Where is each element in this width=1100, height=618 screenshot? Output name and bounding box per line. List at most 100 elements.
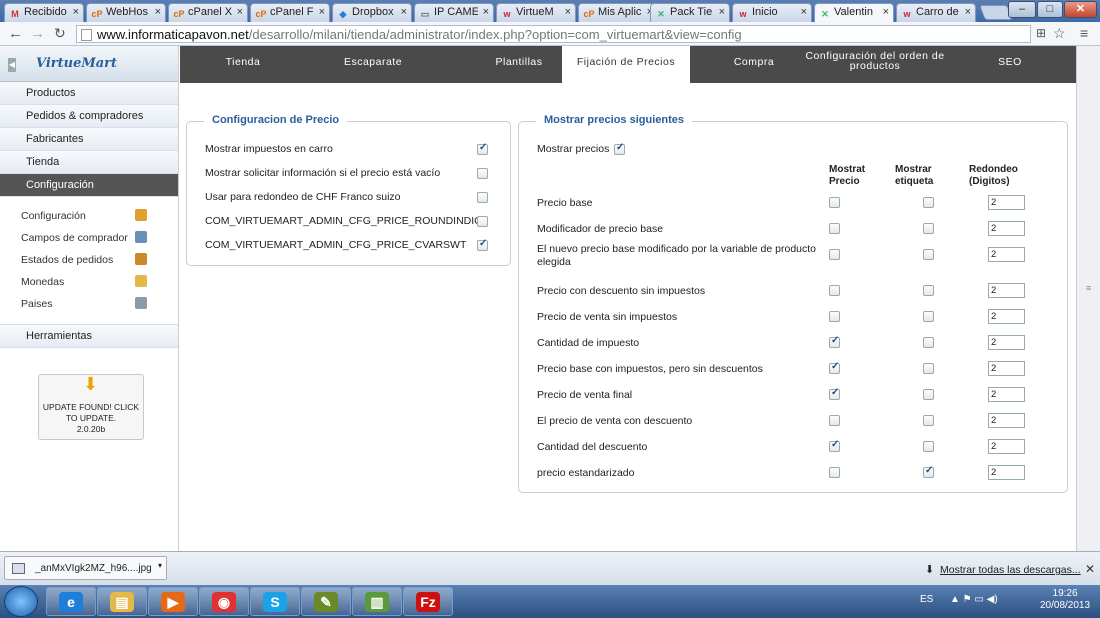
close-tab-icon[interactable]: × <box>719 6 725 18</box>
show-price-checkbox[interactable] <box>829 335 840 348</box>
reload-icon[interactable]: ↻ <box>54 25 66 42</box>
start-button[interactable] <box>4 586 38 617</box>
show-price-checkbox[interactable] <box>829 249 840 260</box>
rounding-input[interactable]: 2 <box>988 247 1025 262</box>
browser-tab[interactable]: M Recibido × <box>4 3 84 22</box>
show-prices-checkbox[interactable] <box>614 142 625 155</box>
tab-6[interactable]: Configuración del orden de productos <box>800 46 950 83</box>
price-config-checkbox[interactable] <box>477 192 488 203</box>
taskbar-app[interactable]: ▥ <box>352 587 402 616</box>
show-label-checkbox[interactable] <box>923 363 934 374</box>
close-tab-icon[interactable]: × <box>73 6 79 18</box>
show-label-checkbox[interactable] <box>923 389 934 400</box>
sidebar-item[interactable]: Pedidos & compradores <box>0 105 178 128</box>
close-tab-icon[interactable]: × <box>801 6 807 18</box>
chevron-down-icon[interactable]: ▾ <box>158 561 162 570</box>
tab-4[interactable]: Fijación de Precios <box>562 46 690 83</box>
show-price-checkbox[interactable] <box>829 387 840 400</box>
taskbar-app[interactable]: ◉ <box>199 587 249 616</box>
show-label-checkbox[interactable] <box>923 337 934 348</box>
url-input[interactable]: www.informaticapavon.net/desarrollo/mila… <box>76 25 1031 43</box>
collapse-sidebar-icon[interactable]: ◀ <box>8 58 16 72</box>
price-config-checkbox[interactable] <box>477 142 488 155</box>
rounding-input[interactable]: 2 <box>988 387 1025 402</box>
window-close-icon[interactable]: ✕ <box>1064 1 1097 18</box>
price-config-checkbox[interactable] <box>477 238 488 251</box>
sidebar-subitem[interactable]: Estados de pedidos <box>0 249 178 271</box>
tab-2[interactable]: Escaparate <box>310 46 436 83</box>
sidebar-subitem[interactable]: Paises <box>0 293 178 315</box>
vertical-scrollbar[interactable]: ≡ <box>1076 46 1100 551</box>
sidebar-item[interactable]: Configuración <box>0 174 178 197</box>
show-price-checkbox[interactable] <box>829 415 840 426</box>
rounding-input[interactable]: 2 <box>988 439 1025 454</box>
show-label-checkbox[interactable] <box>923 415 934 426</box>
rounding-input[interactable]: 2 <box>988 309 1025 324</box>
forward-arrow-icon[interactable]: → <box>30 25 45 42</box>
show-label-checkbox[interactable] <box>923 285 934 296</box>
sidebar-item[interactable]: Tienda <box>0 151 178 174</box>
show-label-checkbox[interactable] <box>923 223 934 234</box>
taskbar-app[interactable]: ▤ <box>97 587 147 616</box>
clock[interactable]: 19:26 20/08/2013 <box>1040 588 1090 612</box>
language-indicator[interactable]: ES <box>920 594 933 605</box>
show-price-checkbox[interactable] <box>829 223 840 234</box>
browser-tab[interactable]: ✕ Valentin × <box>814 3 894 22</box>
sidebar-item[interactable]: Fabricantes <box>0 128 178 151</box>
show-price-checkbox[interactable] <box>829 439 840 452</box>
close-icon[interactable]: ✕ <box>1085 562 1095 576</box>
tab-5[interactable]: Compra <box>700 46 808 83</box>
download-item[interactable]: _anMxVIgk2MZ_h96....jpg ▾ <box>4 556 167 580</box>
close-tab-icon[interactable]: × <box>319 6 325 18</box>
sidebar-item[interactable]: Productos <box>0 82 178 105</box>
close-tab-icon[interactable]: × <box>237 6 243 18</box>
show-label-checkbox[interactable] <box>923 441 934 452</box>
show-price-checkbox[interactable] <box>829 311 840 322</box>
bookmark-star-icon[interactable]: ☆ <box>1053 25 1066 42</box>
show-label-checkbox[interactable] <box>923 197 934 208</box>
show-price-checkbox[interactable] <box>829 197 840 208</box>
sidebar-subitem[interactable]: Configuración <box>0 205 178 227</box>
taskbar-app[interactable]: S <box>250 587 300 616</box>
browser-tab[interactable]: w VirtueM × <box>496 3 576 22</box>
translate-icon[interactable]: ⊞ <box>1036 26 1046 40</box>
show-all-downloads-link[interactable]: Mostrar todas las descargas... <box>940 564 1081 576</box>
update-button[interactable]: ⬇ UPDATE FOUND! CLICK TO UPDATE. 2.0.20b <box>38 374 144 440</box>
rounding-input[interactable]: 2 <box>988 195 1025 210</box>
show-price-checkbox[interactable] <box>829 361 840 374</box>
browser-tab[interactable]: ◆ Dropbox × <box>332 3 412 22</box>
close-tab-icon[interactable]: × <box>883 6 889 18</box>
rounding-input[interactable]: 2 <box>988 283 1025 298</box>
close-tab-icon[interactable]: × <box>965 6 971 18</box>
minimize-icon[interactable]: – <box>1008 1 1036 18</box>
rounding-input[interactable]: 2 <box>988 465 1025 480</box>
browser-tab[interactable]: w Inicio × <box>732 3 812 22</box>
browser-tab[interactable]: w Carro de × <box>896 3 976 22</box>
taskbar-app[interactable]: ✎ <box>301 587 351 616</box>
rounding-input[interactable]: 2 <box>988 361 1025 376</box>
menu-icon[interactable]: ≡ <box>1080 25 1088 41</box>
back-arrow-icon[interactable]: ← <box>8 25 23 42</box>
sidebar-subitem[interactable]: Campos de comprador <box>0 227 178 249</box>
show-label-checkbox[interactable] <box>923 311 934 322</box>
show-price-checkbox[interactable] <box>829 467 840 478</box>
tab-7[interactable]: SEO <box>955 46 1065 83</box>
price-config-checkbox[interactable] <box>477 168 488 179</box>
show-price-checkbox[interactable] <box>829 285 840 296</box>
rounding-input[interactable]: 2 <box>988 221 1025 236</box>
taskbar-app[interactable]: e <box>46 587 96 616</box>
tab-1[interactable]: Tienda <box>198 46 288 83</box>
browser-tab[interactable]: cPMis Aplic× <box>578 3 658 22</box>
browser-tab[interactable]: cP cPanel X × <box>168 3 248 22</box>
browser-tab[interactable]: ▭ IP CAME × <box>414 3 494 22</box>
taskbar-app[interactable]: Fz <box>403 587 453 616</box>
taskbar-app[interactable]: ▶ <box>148 587 198 616</box>
show-label-checkbox[interactable] <box>923 465 934 478</box>
close-tab-icon[interactable]: × <box>483 6 489 18</box>
close-tab-icon[interactable]: × <box>401 6 407 18</box>
close-tab-icon[interactable]: × <box>155 6 161 18</box>
close-tab-icon[interactable]: × <box>565 6 571 18</box>
maximize-icon[interactable]: □ <box>1037 1 1063 18</box>
show-label-checkbox[interactable] <box>923 249 934 260</box>
browser-tab[interactable]: cP WebHos × <box>86 3 166 22</box>
